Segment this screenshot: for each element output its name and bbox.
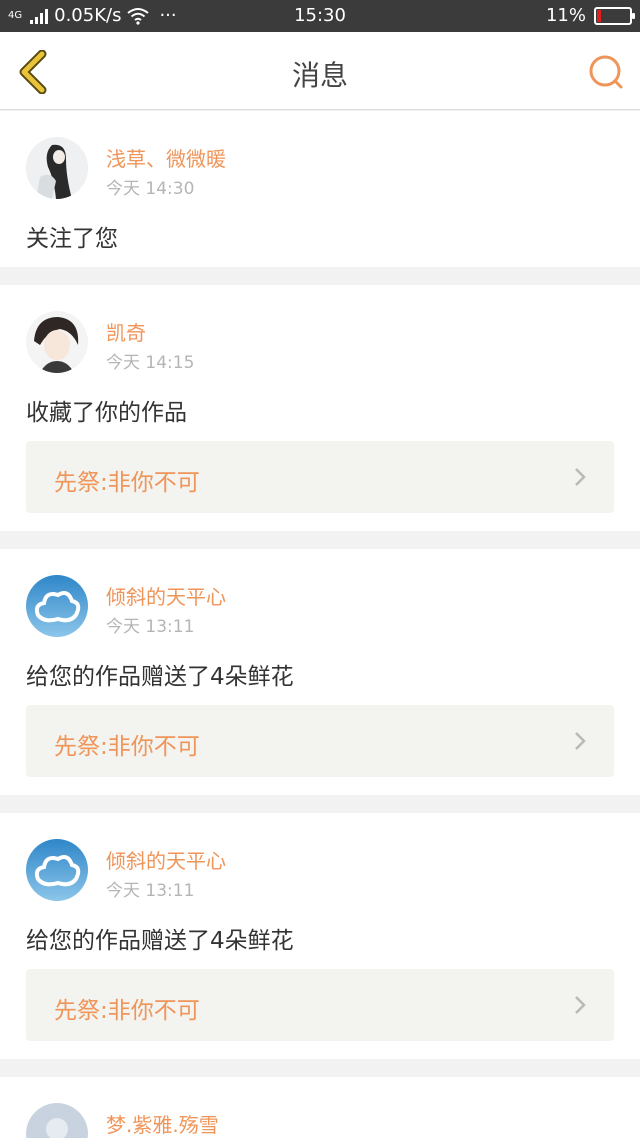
- work-title: 先祭:非你不可: [54, 734, 200, 760]
- username[interactable]: 浅草、微微暖: [106, 143, 226, 172]
- status-right: 11%: [545, 5, 635, 26]
- message-card: 倾斜的天平心 今天 13:11 给您的作品赠送了4朵鲜花 先祭:非你不可: [0, 549, 640, 795]
- username[interactable]: 梦.紫雅.殇雪: [106, 1109, 219, 1138]
- message-card: 倾斜的天平心 今天 13:11 给您的作品赠送了4朵鲜花 先祭:非你不可: [0, 813, 640, 1059]
- message-time: 今天 13:11: [106, 881, 195, 901]
- username[interactable]: 倾斜的天平心: [106, 845, 226, 874]
- work-title: 先祭:非你不可: [54, 470, 200, 496]
- avatar-default-image: [26, 1103, 88, 1138]
- username[interactable]: 凯奇: [106, 317, 146, 346]
- search-icon[interactable]: [586, 52, 626, 92]
- header: 消息: [0, 32, 640, 110]
- message-text: 关注了您: [26, 226, 118, 252]
- chevron-right-icon: [575, 732, 586, 750]
- status-bar: 4G 0.05K/s ··· 15:30 11%: [0, 0, 640, 32]
- work-link[interactable]: 先祭:非你不可: [26, 441, 614, 513]
- avatar-ink-girl-image: [26, 137, 88, 199]
- message-card: 浅草、微微暖 今天 14:30 关注了您: [0, 111, 640, 267]
- message-card: 梦.紫雅.殇雪: [0, 1077, 640, 1138]
- avatar[interactable]: [26, 137, 88, 199]
- work-link[interactable]: 先祭:非你不可: [26, 705, 614, 777]
- message-text: 给您的作品赠送了4朵鲜花: [26, 928, 294, 954]
- work-link[interactable]: 先祭:非你不可: [26, 969, 614, 1041]
- status-time: 15:30: [294, 5, 346, 26]
- message-text: 给您的作品赠送了4朵鲜花: [26, 664, 294, 690]
- avatar[interactable]: [26, 839, 88, 901]
- message-time: 今天 14:15: [106, 353, 195, 373]
- battery-icon: [594, 6, 635, 25]
- message-text: 收藏了你的作品: [26, 400, 187, 426]
- message-time: 今天 13:11: [106, 617, 195, 637]
- avatar[interactable]: [26, 1103, 88, 1138]
- avatar[interactable]: [26, 311, 88, 373]
- battery-level: [597, 9, 601, 22]
- avatar-cloud-image: [26, 839, 88, 901]
- message-card: 凯奇 今天 14:15 收藏了你的作品 先祭:非你不可: [0, 285, 640, 531]
- avatar-cloud-image: [26, 575, 88, 637]
- battery-percent: 11%: [545, 5, 586, 26]
- message-time: 今天 14:30: [106, 179, 195, 199]
- page-title: 消息: [291, 59, 348, 92]
- chevron-right-icon: [575, 996, 586, 1014]
- avatar[interactable]: [26, 575, 88, 637]
- username[interactable]: 倾斜的天平心: [106, 581, 226, 610]
- avatar-anime-boy-image: [26, 311, 88, 373]
- chevron-right-icon: [575, 468, 586, 486]
- work-title: 先祭:非你不可: [54, 998, 200, 1024]
